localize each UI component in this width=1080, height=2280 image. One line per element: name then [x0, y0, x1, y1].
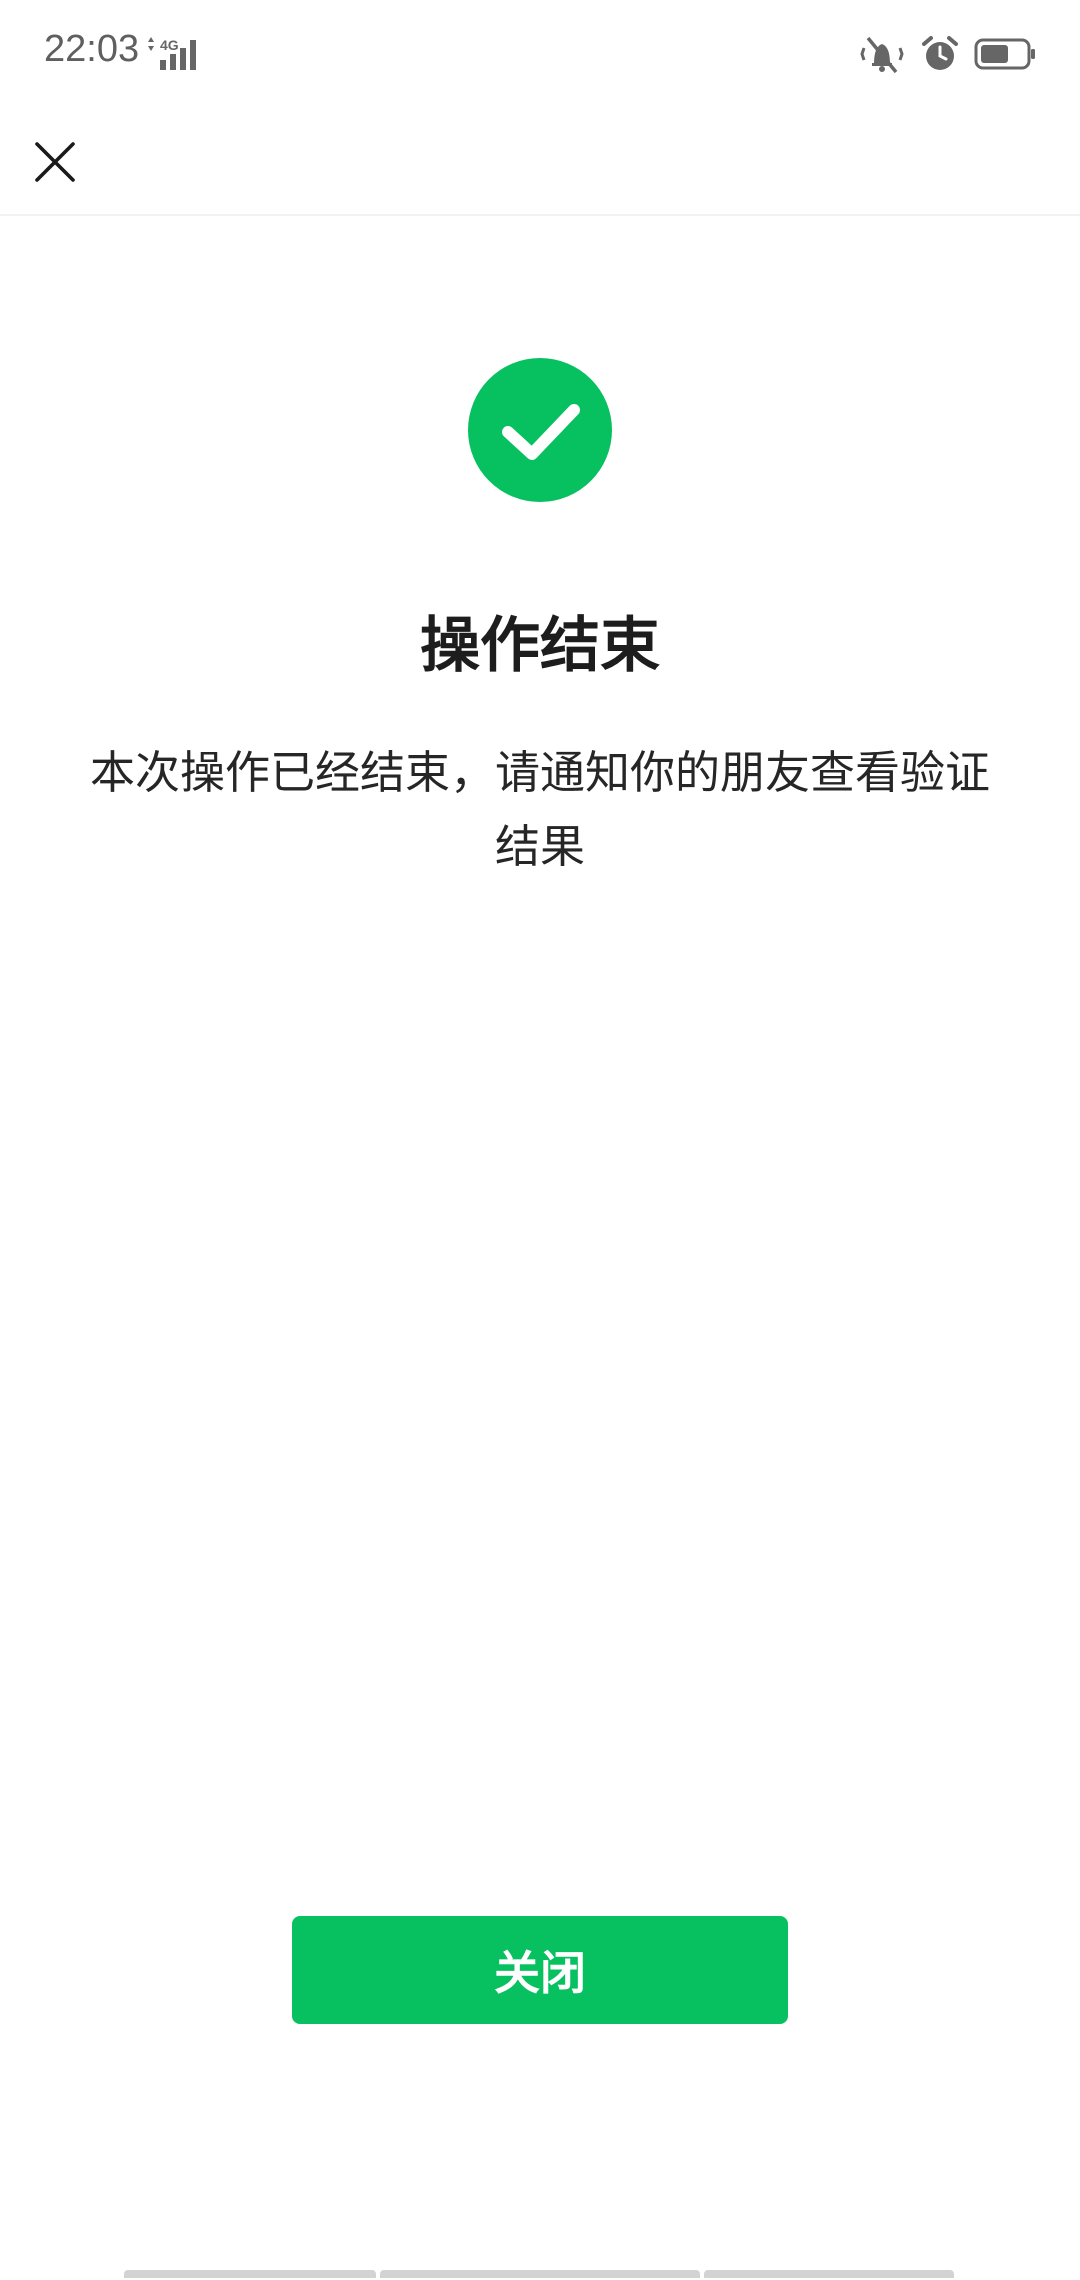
gesture-bar-segment [380, 2270, 700, 2278]
network-type-label: 4G [160, 37, 179, 53]
battery-icon [974, 37, 1036, 71]
gesture-bar-segment [704, 2270, 954, 2278]
result-title: 操作结束 [0, 606, 1080, 686]
alarm-icon [920, 34, 960, 74]
gesture-bar-segment [124, 2270, 376, 2278]
close-icon[interactable] [30, 124, 80, 200]
status-bar: 22:03 4G [0, 0, 1080, 110]
success-check-icon [468, 358, 612, 502]
close-button[interactable]: 关闭 [292, 1916, 788, 2024]
gesture-bar [124, 2270, 954, 2280]
status-time: 22:03 [44, 28, 139, 71]
status-icons [858, 30, 1036, 78]
top-bar [0, 110, 1080, 216]
screen: 22:03 4G [0, 0, 1080, 2280]
result-description: 本次操作已经结束，请通知你的朋友查看验证结果 [90, 736, 990, 884]
vibrate-silent-icon [858, 34, 906, 74]
signal-4g-icon: 4G [146, 36, 210, 72]
